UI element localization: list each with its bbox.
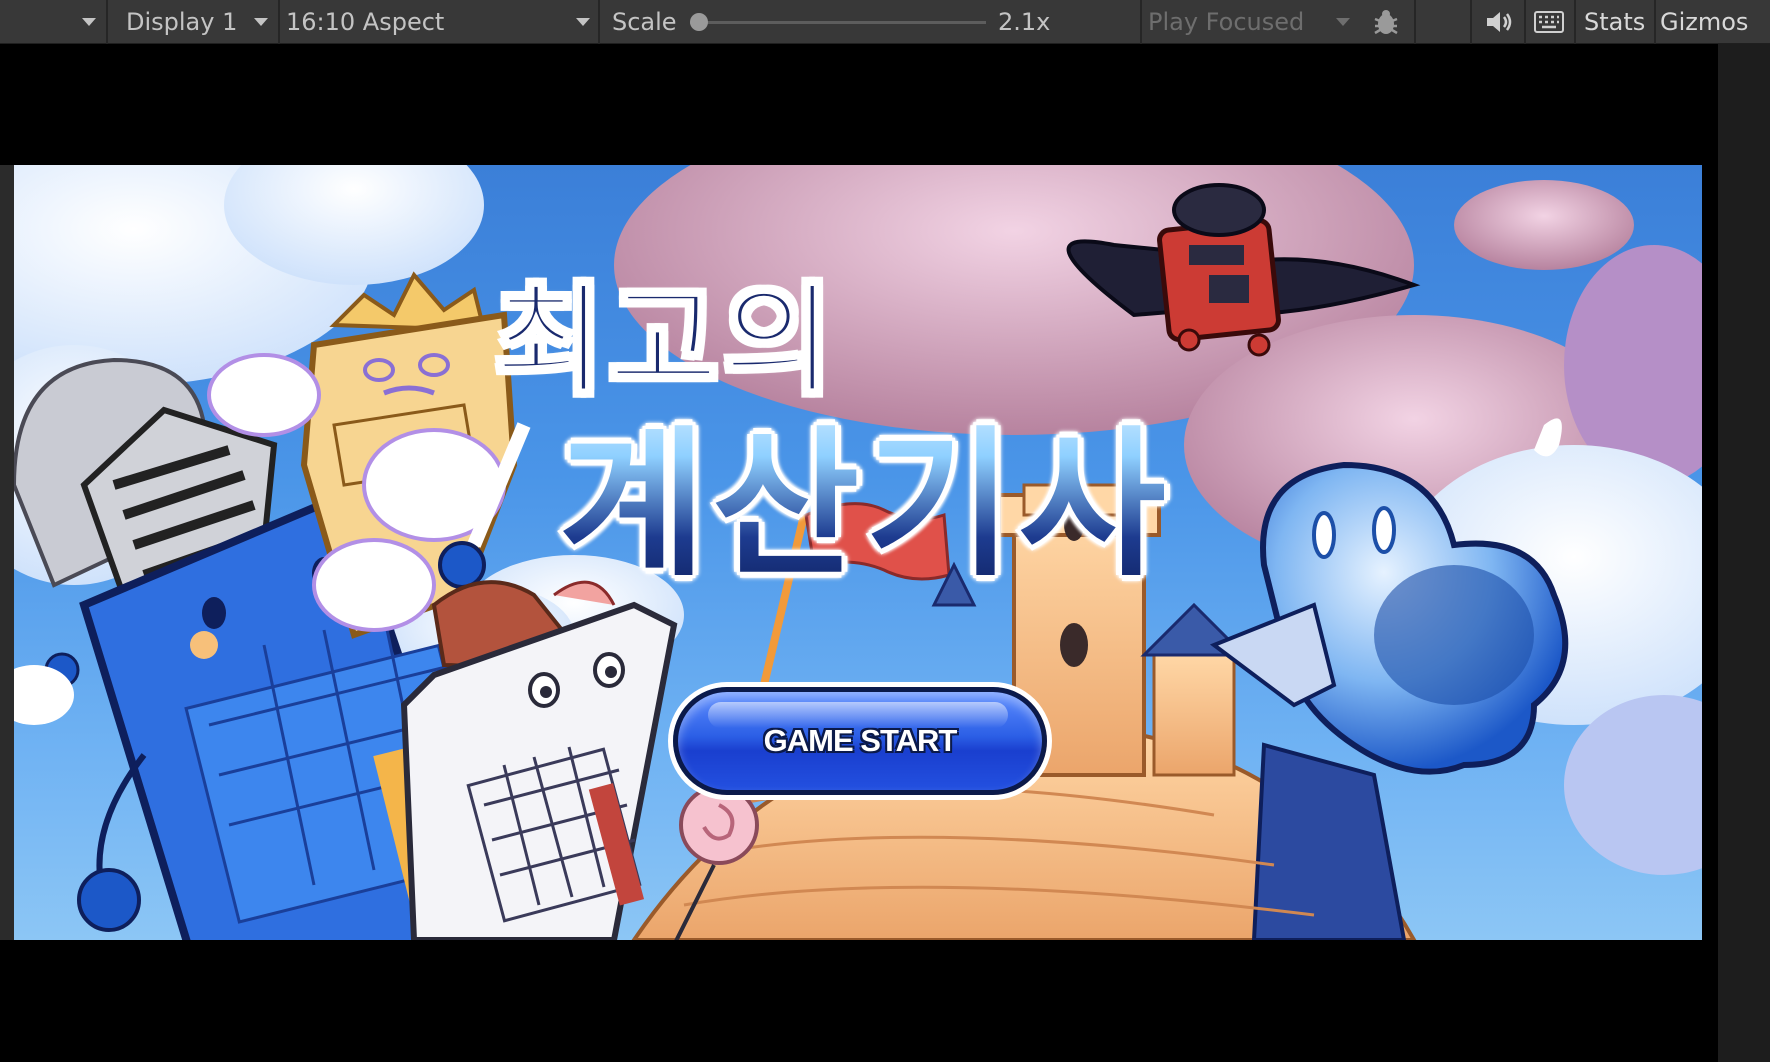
right-scrollbar-gutter <box>1718 44 1770 1062</box>
stats-button[interactable]: Stats <box>1584 0 1645 44</box>
letterbox-edge <box>0 165 14 940</box>
button-shine <box>708 702 1008 728</box>
dropdown-arrow-icon <box>82 18 96 26</box>
title-screen: 최고의 계산기사 GAME START <box>14 165 1702 940</box>
game-tab-dropdown[interactable] <box>0 0 104 44</box>
play-mode-label: Play Focused <box>1148 8 1305 36</box>
dropdown-arrow-icon <box>1336 18 1350 26</box>
scale-slider-track[interactable] <box>690 21 986 24</box>
unity-game-view: Display 1 16:10 Aspect Scale 2.1x Play F… <box>0 0 1770 1062</box>
display-label: Display 1 <box>126 8 238 36</box>
dropdown-arrow-icon <box>576 18 590 26</box>
keyboard-icon <box>1534 11 1564 33</box>
bug-icon <box>1374 10 1398 35</box>
play-mode-dropdown[interactable]: Play Focused <box>1148 0 1358 44</box>
game-view-toolbar: Display 1 16:10 Aspect Scale 2.1x Play F… <box>0 0 1770 44</box>
aspect-dropdown[interactable]: 16:10 Aspect <box>286 0 596 44</box>
debug-button[interactable] <box>1362 0 1410 44</box>
mute-audio-button[interactable] <box>1476 0 1522 44</box>
game-start-button[interactable]: GAME START <box>673 687 1047 795</box>
game-title-line2: 계산기사 <box>559 375 1172 607</box>
speaker-icon <box>1487 12 1512 32</box>
game-start-label: GAME START <box>763 723 958 758</box>
keyboard-shortcuts-button[interactable] <box>1528 0 1570 44</box>
gizmos-button[interactable]: Gizmos <box>1660 0 1748 44</box>
scale-slider-thumb[interactable] <box>689 13 708 31</box>
scale-label: Scale <box>612 8 677 36</box>
display-dropdown[interactable]: Display 1 <box>126 0 276 44</box>
aspect-label: 16:10 Aspect <box>286 8 445 36</box>
scale-value: 2.1x <box>998 8 1051 36</box>
dropdown-arrow-icon <box>254 18 268 26</box>
